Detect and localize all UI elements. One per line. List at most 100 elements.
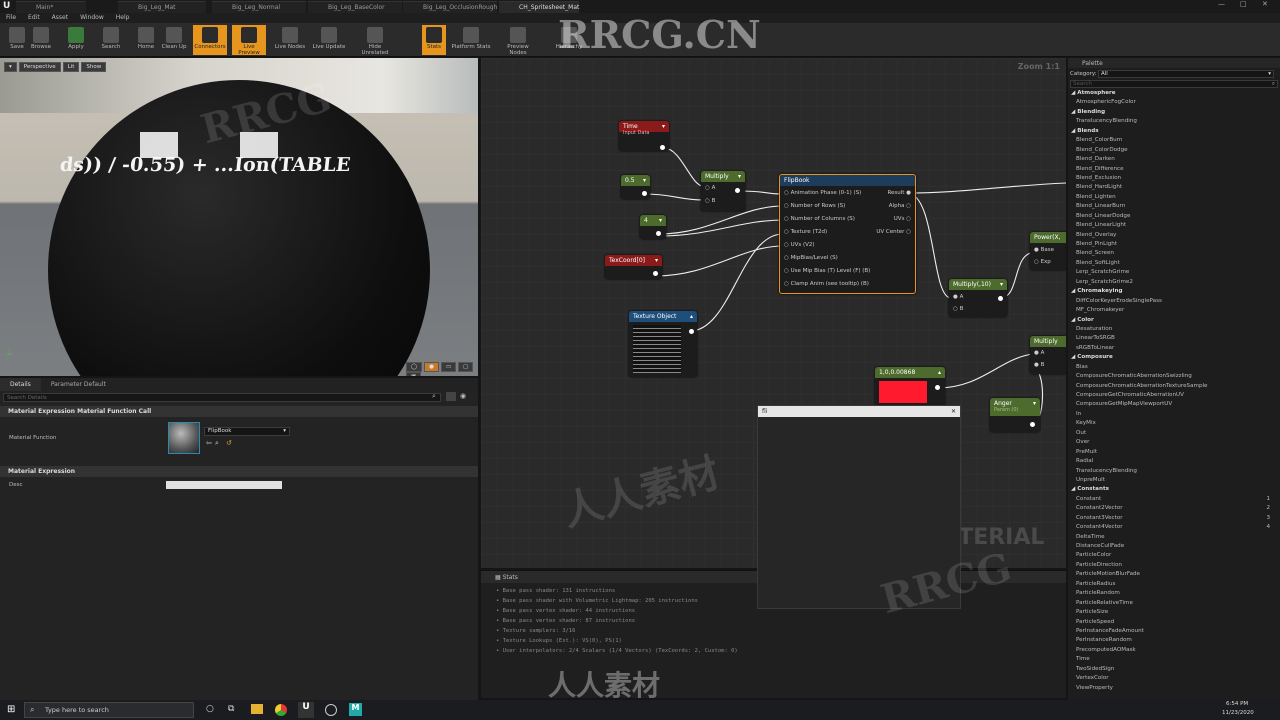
reset-arrow-icon[interactable]: ↺ xyxy=(226,439,232,447)
pin-alpha-out[interactable]: Alpha ○ xyxy=(889,203,911,209)
use-selected-icon[interactable]: ⇦ xyxy=(206,439,212,447)
node-flipbook[interactable]: FlipBook ○ Animation Phase (0-1) (S) ○ N… xyxy=(779,174,916,294)
palette-item[interactable]: Lerp_ScratchGrime2 xyxy=(1068,278,1280,287)
node-multiply-10[interactable]: Multiply(,10) ▾ ● A ○ B xyxy=(949,279,1007,317)
palette-item[interactable]: ParticleSize xyxy=(1068,608,1280,617)
stats-button[interactable]: Stats xyxy=(422,25,446,55)
menu-asset[interactable]: Asset xyxy=(46,13,74,22)
palette-item[interactable]: Radial xyxy=(1068,457,1280,466)
menu-file[interactable]: File xyxy=(0,13,22,22)
palette-item[interactable]: Blend_Screen xyxy=(1068,249,1280,258)
sphere-icon[interactable]: ● xyxy=(424,362,439,372)
view-options-icon[interactable] xyxy=(446,392,456,401)
show-button[interactable]: Show xyxy=(81,62,107,72)
palette-item[interactable]: KeyMix xyxy=(1068,419,1280,428)
live-preview-button[interactable]: Live Preview xyxy=(232,25,266,56)
collapse-arrow-icon[interactable]: ▾ xyxy=(1033,400,1036,407)
tab-parameter-default[interactable]: Parameter Default xyxy=(41,378,116,391)
epic-launcher-icon[interactable] xyxy=(325,704,337,716)
palette-item[interactable]: Constant 1 xyxy=(1068,495,1280,504)
palette-item[interactable]: TwoSidedSign xyxy=(1068,665,1280,674)
output-pin[interactable] xyxy=(656,231,661,236)
node-time[interactable]: Time ▾ Input Data xyxy=(619,121,669,151)
palette-item[interactable]: Over xyxy=(1068,438,1280,447)
pin-uv-center-out[interactable]: UV Center ○ xyxy=(876,229,911,235)
palette-item[interactable]: ParticleDirection xyxy=(1068,561,1280,570)
pin-use-mip-bias[interactable]: ○ Use Mip Bias (T) Level (F) (B) xyxy=(784,268,870,274)
palette-item[interactable]: Desaturation xyxy=(1068,325,1280,334)
palette-item[interactable]: Constant4Vector 4 xyxy=(1068,523,1280,532)
category-select[interactable]: All ▾ xyxy=(1098,70,1274,78)
tab-big-leg-basecolor[interactable]: Big_Leg_BaseColor xyxy=(308,1,402,13)
palette-item[interactable]: Blend_Lighten xyxy=(1068,193,1280,202)
palette-item[interactable]: AtmosphericFogColor xyxy=(1068,98,1280,107)
windows-start-icon[interactable]: ⊞ xyxy=(7,704,15,715)
palette-item[interactable]: UnpreMult xyxy=(1068,476,1280,485)
pin-a[interactable]: ● A xyxy=(953,294,963,300)
menu-window[interactable]: Window xyxy=(74,13,110,22)
function-select[interactable]: FlipBook ▾ xyxy=(204,427,290,436)
tab-big-leg-mat[interactable]: Big_Leg_Mat xyxy=(118,1,206,13)
unreal-taskbar-icon[interactable]: U xyxy=(298,702,314,718)
palette-item[interactable]: Blend_ColorBurn xyxy=(1068,136,1280,145)
palette-item[interactable]: LinearToSRGB xyxy=(1068,334,1280,343)
maximize-icon[interactable]: □ xyxy=(1240,0,1247,8)
preview-nodes-button[interactable]: Preview Nodes xyxy=(498,25,538,56)
palette-tab[interactable]: Palette xyxy=(1068,58,1280,68)
palette-item[interactable]: ComposureChromaticAberrationTextureSampl… xyxy=(1068,382,1280,391)
output-pin[interactable] xyxy=(689,329,694,334)
teapot-icon[interactable]: ▣ xyxy=(406,372,422,376)
collapse-arrow-icon[interactable]: ▾ xyxy=(655,257,658,264)
palette-item[interactable]: PrecomputedAOMask xyxy=(1068,646,1280,655)
palette-item[interactable]: Time xyxy=(1068,655,1280,664)
palette-item[interactable]: ViewProperty xyxy=(1068,684,1280,693)
eye-icon[interactable]: ◉ xyxy=(460,392,466,400)
section-material-function-call[interactable]: Material Expression Material Function Ca… xyxy=(0,406,478,417)
output-pin[interactable] xyxy=(660,145,665,150)
collapse-arrow-icon[interactable]: ▴ xyxy=(690,313,693,320)
function-thumbnail[interactable] xyxy=(168,422,200,454)
palette-item[interactable]: In xyxy=(1068,410,1280,419)
connectors-button[interactable]: Connectors xyxy=(193,25,227,55)
details-search-input[interactable]: Search Details xyxy=(3,393,441,402)
pin-number-of-columns[interactable]: ○ Number of Columns (S) xyxy=(784,216,855,222)
app-m-icon[interactable]: M xyxy=(349,703,362,716)
palette-item[interactable]: Blend_HardLight xyxy=(1068,183,1280,192)
pin-uvs[interactable]: ○ UVs (V2) xyxy=(784,242,815,248)
clock-time[interactable]: 6:54 PM xyxy=(1226,701,1248,707)
palette-item[interactable]: Blend_Exclusion xyxy=(1068,174,1280,183)
palette-item[interactable]: ParticleColor xyxy=(1068,551,1280,560)
palette-item[interactable]: ParticleRadius xyxy=(1068,580,1280,589)
palette-item[interactable]: TranslucencyBlending xyxy=(1068,467,1280,476)
pin-number-of-rows[interactable]: ○ Number of Rows (S) xyxy=(784,203,845,209)
palette-item[interactable]: MF_Chromakeyer xyxy=(1068,306,1280,315)
cortana-icon[interactable]: ○ xyxy=(206,704,214,714)
search-button[interactable]: Search xyxy=(94,25,128,55)
palette-item[interactable]: Blend_SoftLight xyxy=(1068,259,1280,268)
pin-clamp-anim[interactable]: ○ Clamp Anim (see tooltip) (B) xyxy=(784,281,869,287)
node-constant3vector[interactable]: 1,0,0.00868 ▴ xyxy=(875,367,945,407)
palette-item[interactable]: Blend_Difference xyxy=(1068,165,1280,174)
palette-item[interactable]: Constant2Vector 2 xyxy=(1068,504,1280,513)
palette-item[interactable]: Blend_Darken xyxy=(1068,155,1280,164)
palette-item[interactable]: Blend_LinearDodge xyxy=(1068,212,1280,221)
output-pin[interactable] xyxy=(642,191,647,196)
chrome-icon[interactable] xyxy=(275,704,287,716)
palette-item[interactable]: Blend_LinearLight xyxy=(1068,221,1280,230)
section-material-expression[interactable]: Material Expression xyxy=(0,466,478,477)
output-pin[interactable] xyxy=(735,188,740,193)
collapse-arrow-icon[interactable]: ▾ xyxy=(1000,281,1003,288)
palette-category[interactable]: ◢ Blends xyxy=(1068,127,1280,136)
clock-date[interactable]: 11/23/2020 xyxy=(1222,710,1254,716)
clean-up-button[interactable]: Clean Up xyxy=(157,25,191,55)
node-power[interactable]: Power(X, ● Base ○ Exp xyxy=(1030,232,1066,270)
palette-item[interactable]: ComposureGetMipMapViewportUV xyxy=(1068,400,1280,409)
pin-uvs-out[interactable]: UVs ○ xyxy=(894,216,911,222)
file-explorer-icon[interactable] xyxy=(251,704,263,714)
pin-result-out[interactable]: Result ● xyxy=(887,190,911,196)
palette-item[interactable]: Constant3Vector 3 xyxy=(1068,514,1280,523)
unreal-logo-icon[interactable]: U xyxy=(3,1,10,11)
tab-details[interactable]: Details xyxy=(0,378,41,391)
pin-animation-phase[interactable]: ○ Animation Phase (0-1) (S) xyxy=(784,190,861,196)
apply-button[interactable]: Apply xyxy=(59,25,93,55)
